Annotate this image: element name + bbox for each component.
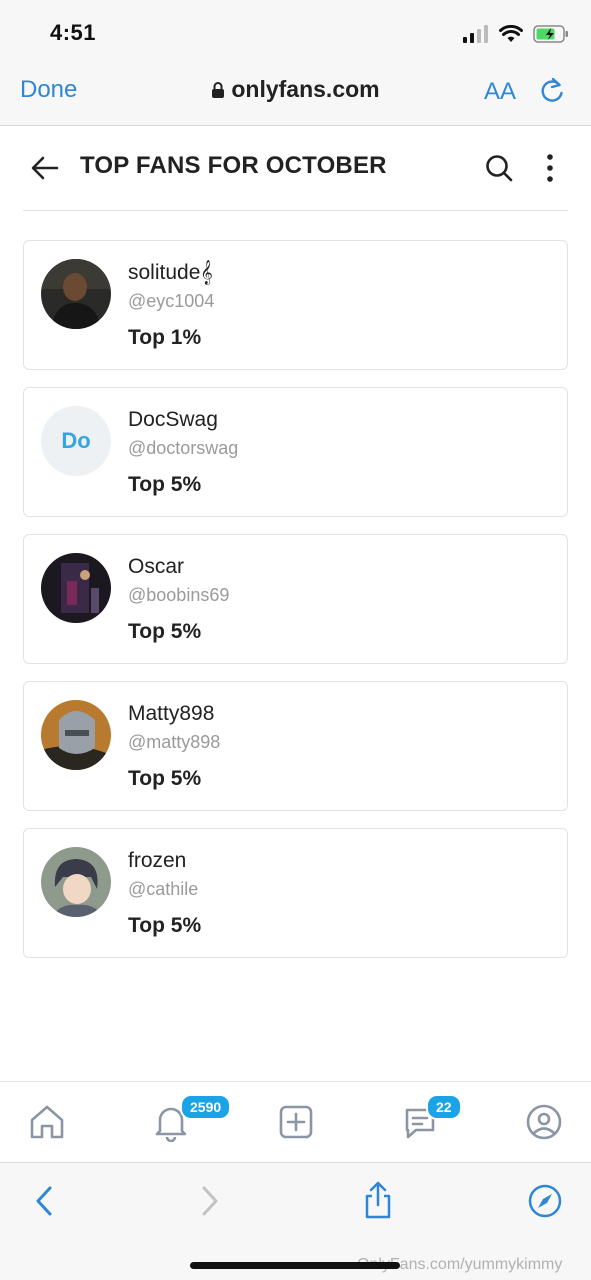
fan-handle: @matty898 xyxy=(128,732,221,752)
fan-name[interactable]: DocSwag xyxy=(128,408,218,432)
messages-badge: 22 xyxy=(426,1094,462,1120)
more-options-button[interactable] xyxy=(540,153,560,188)
avatar[interactable] xyxy=(41,700,111,770)
fan-name[interactable]: solitude𝄞 xyxy=(128,261,213,285)
chevron-left-icon xyxy=(36,1186,52,1216)
battery-icon xyxy=(533,25,568,43)
arrow-left-icon xyxy=(31,156,59,180)
profile-icon xyxy=(526,1104,562,1140)
share-button[interactable] xyxy=(362,1180,394,1225)
avatar-photo xyxy=(41,259,111,329)
status-icons xyxy=(463,22,569,46)
browser-bar: Done onlyfans.com AA xyxy=(0,62,591,126)
status-bar: 4:51 xyxy=(0,0,591,62)
lock-icon xyxy=(212,82,225,98)
notifications-badge: 2590 xyxy=(180,1094,232,1120)
nav-home[interactable] xyxy=(27,1102,67,1142)
fan-rank: Top 5% xyxy=(128,473,202,496)
open-in-safari-button[interactable] xyxy=(527,1183,563,1224)
browser-back-button[interactable] xyxy=(30,1183,58,1224)
fan-handle: @cathile xyxy=(128,879,199,899)
add-square-icon xyxy=(279,1105,313,1139)
text-size-label: AA xyxy=(484,78,517,105)
fan-card[interactable]: frozen @cathile Top 5% xyxy=(23,828,568,958)
browser-forward-button[interactable] xyxy=(196,1183,224,1224)
fan-name[interactable]: Matty898 xyxy=(128,702,214,726)
share-icon xyxy=(365,1181,391,1219)
reload-button[interactable] xyxy=(538,76,566,111)
fan-handle: @boobins69 xyxy=(128,585,230,605)
avatar-photo xyxy=(41,847,111,917)
fans-list: solitude𝄞 @eyc1004 Top 1% Do DocSwag @do… xyxy=(23,240,568,975)
reload-icon xyxy=(541,77,563,102)
more-vertical-icon xyxy=(547,154,553,182)
page-title: TOP FANS FOR OCTOBER xyxy=(80,152,387,179)
fan-rank: Top 5% xyxy=(128,620,202,643)
fan-name[interactable]: Oscar xyxy=(128,555,184,579)
fan-card[interactable]: Do DocSwag @doctorswag Top 5% xyxy=(23,387,568,517)
avatar-photo xyxy=(41,553,111,623)
home-indicator xyxy=(190,1262,400,1269)
wifi-icon xyxy=(499,25,523,42)
status-time: 4:51 xyxy=(50,20,97,45)
avatar-photo xyxy=(41,700,111,770)
header-divider xyxy=(23,210,568,211)
text-size-button[interactable]: AA xyxy=(484,78,516,106)
fan-rank: Top 1% xyxy=(128,326,202,349)
fan-rank: Top 5% xyxy=(128,767,202,790)
nav-profile[interactable] xyxy=(524,1102,564,1142)
compass-icon xyxy=(528,1184,562,1218)
fan-handle: @doctorswag xyxy=(128,438,239,458)
page-header: TOP FANS FOR OCTOBER xyxy=(0,127,591,211)
avatar[interactable]: Do xyxy=(41,406,111,476)
search-icon xyxy=(486,155,513,182)
home-icon xyxy=(30,1105,64,1139)
avatar[interactable] xyxy=(41,847,111,917)
back-button[interactable] xyxy=(30,153,60,188)
url-text: onlyfans.com xyxy=(231,76,380,102)
search-button[interactable] xyxy=(484,153,514,188)
avatar[interactable] xyxy=(41,553,111,623)
fan-name[interactable]: frozen xyxy=(128,849,186,873)
fan-card[interactable]: Oscar @boobins69 Top 5% xyxy=(23,534,568,664)
signal-icon xyxy=(463,25,488,43)
fan-card[interactable]: solitude𝄞 @eyc1004 Top 1% xyxy=(23,240,568,370)
chevron-right-icon xyxy=(202,1186,218,1216)
nav-messages[interactable]: 22 xyxy=(400,1094,462,1142)
bottom-nav: 2590 22 xyxy=(0,1081,591,1162)
fan-handle: @eyc1004 xyxy=(128,291,215,311)
fan-card[interactable]: Matty898 @matty898 Top 5% xyxy=(23,681,568,811)
fan-rank: Top 5% xyxy=(128,914,202,937)
avatar[interactable] xyxy=(41,259,111,329)
nav-notifications[interactable]: 2590 xyxy=(151,1094,232,1143)
nav-new-post[interactable] xyxy=(276,1102,316,1142)
